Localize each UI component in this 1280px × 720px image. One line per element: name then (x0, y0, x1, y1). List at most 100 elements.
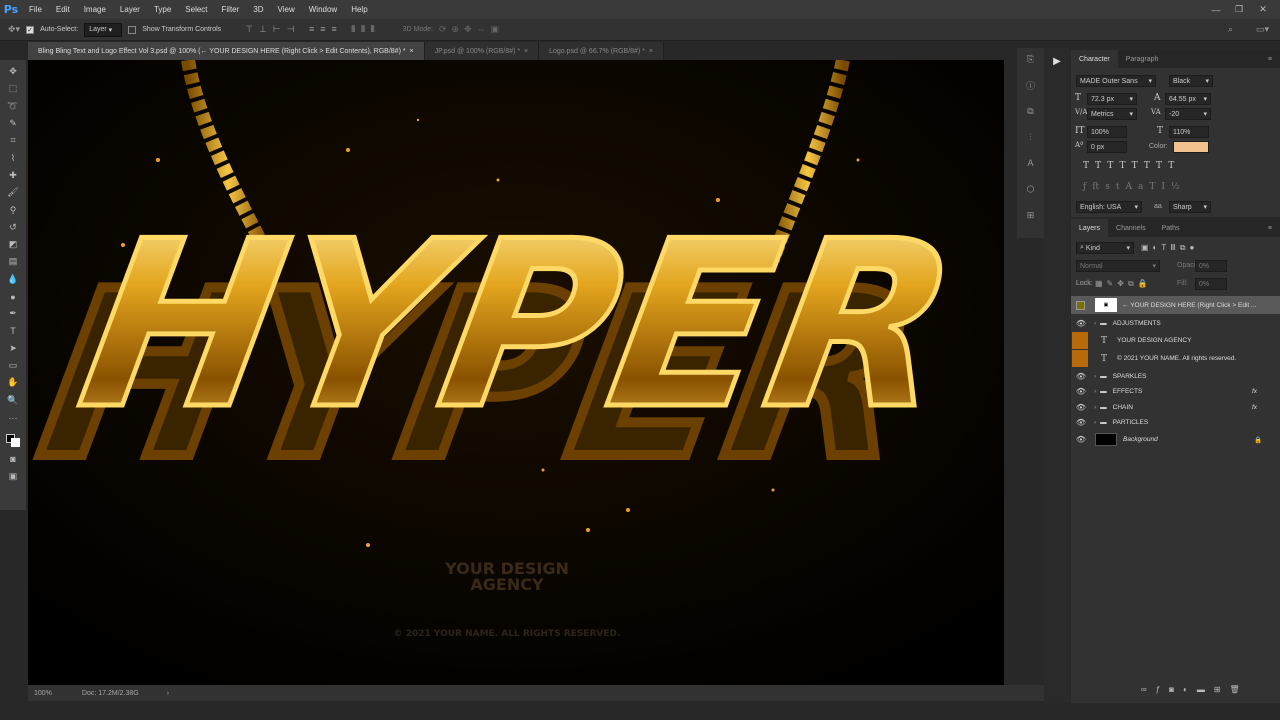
color-swatches-icon[interactable] (4, 426, 22, 450)
auto-select-target-dropdown[interactable]: Layer ▾ (84, 22, 123, 37)
tab-paragraph[interactable]: Paragraph (1118, 56, 1167, 63)
healing-tool-icon[interactable]: ✚ (4, 167, 22, 184)
brush-tool-icon[interactable]: 🖌 (4, 184, 22, 201)
eye-icon[interactable]: 👁 (1071, 435, 1091, 444)
restore-icon[interactable]: ❐ (1230, 0, 1248, 19)
move-tool-icon[interactable]: ✥▾ (8, 24, 20, 35)
chevron-right-icon[interactable]: › (1094, 320, 1096, 327)
status-menu-arrow[interactable]: › (167, 690, 169, 697)
lasso-tool-icon[interactable]: ➰ (4, 98, 22, 115)
quick-select-tool-icon[interactable]: ✎ (4, 115, 22, 132)
dodge-tool-icon[interactable]: ● (4, 288, 22, 305)
type-style-buttons-icon[interactable]: TTTTTTTT (1083, 161, 1180, 171)
screen-mode-icon[interactable]: ▣ (4, 468, 22, 485)
3d-mode-icons[interactable]: ⟳⊕✥⇔▣ (439, 24, 504, 35)
play-icon[interactable]: ▶ (1053, 56, 1061, 703)
layer-filter-dropdown[interactable]: ⌕ Kind ▾ (1076, 242, 1134, 254)
layer-row-background[interactable]: 👁 Background 🔒 (1071, 431, 1280, 448)
layer-row-effects[interactable]: 👁 › ▬ EFFECTS fx (1071, 383, 1280, 400)
menu-view[interactable]: View (271, 5, 302, 14)
fill-field[interactable]: 0% (1195, 278, 1227, 290)
chevron-right-icon[interactable]: › (1094, 373, 1096, 380)
close-icon[interactable]: ✕ (1254, 0, 1272, 19)
visibility-off-icon[interactable] (1076, 300, 1085, 310)
tab-close-icon[interactable]: × (409, 48, 413, 55)
tracking-field[interactable]: -20 ▾ (1165, 108, 1211, 120)
menu-3d[interactable]: 3D (246, 5, 270, 14)
shape-tool-icon[interactable]: ▭ (4, 357, 22, 374)
blur-tool-icon[interactable]: 💧 (4, 271, 22, 288)
minimize-icon[interactable]: — (1207, 0, 1225, 19)
info-panel-icon[interactable]: ⓘ (1026, 74, 1035, 96)
tab-paths[interactable]: Paths (1154, 225, 1188, 232)
layer-row-text-agency[interactable]: T YOUR DESIGN AGENCY (1071, 332, 1280, 349)
tab-close-icon[interactable]: × (649, 48, 653, 55)
history-brush-tool-icon[interactable]: ↺ (4, 219, 22, 236)
crop-tool-icon[interactable]: ⌗ (4, 132, 22, 149)
lock-icons[interactable]: ▦✎✥⧉🔒 (1095, 279, 1152, 289)
layer-bottom-buttons-icon[interactable]: ∞ƒ◙◐▬⊞🗑 (1141, 685, 1249, 694)
font-style-dropdown[interactable]: Black ▾ (1169, 75, 1213, 87)
menu-select[interactable]: Select (178, 5, 214, 14)
eye-icon[interactable]: 👁 (1071, 418, 1091, 427)
antialias-dropdown[interactable]: Sharp ▾ (1169, 201, 1211, 213)
search-icon[interactable]: ⌕ (1228, 24, 1233, 35)
menu-window[interactable]: Window (302, 5, 344, 14)
text-color-swatch[interactable] (1173, 141, 1209, 153)
workspace-icon[interactable]: ▭▾ (1256, 24, 1269, 35)
fx-icon[interactable]: fx (1252, 404, 1257, 411)
menu-edit[interactable]: Edit (49, 5, 77, 14)
layer-row-text-copyright[interactable]: T © 2021 YOUR NAME. All rights reserved. (1071, 350, 1280, 367)
menu-type[interactable]: Type (147, 5, 178, 14)
type-tool-icon[interactable]: T (4, 322, 22, 339)
menu-file[interactable]: File (22, 5, 49, 14)
vertical-scale-field[interactable]: 100% (1087, 126, 1127, 138)
properties-panel-icon[interactable]: ⊞ (1027, 204, 1035, 226)
chevron-right-icon[interactable]: › (1094, 388, 1096, 395)
canvas[interactable]: HYPER HYPER YOUR DESIGN AGENCY © 2021 YO… (28, 60, 1004, 685)
menu-filter[interactable]: Filter (215, 5, 247, 14)
eye-icon[interactable]: 👁 (1071, 319, 1091, 328)
eyedropper-tool-icon[interactable]: ⌇ (4, 149, 22, 166)
gradient-tool-icon[interactable]: ▤ (4, 253, 22, 270)
panel-menu-icon[interactable]: ≡ (1260, 225, 1280, 232)
language-dropdown[interactable]: English: USA ▾ (1076, 201, 1142, 213)
zoom-tool-icon[interactable]: 🔍 (4, 392, 22, 409)
fx-icon[interactable]: fx (1252, 388, 1257, 395)
more-tools-icon[interactable]: ··· (4, 409, 22, 426)
marquee-tool-icon[interactable]: ⬚ (4, 80, 22, 97)
layer-comps-icon[interactable]: ⧉ (1027, 100, 1033, 122)
stamp-tool-icon[interactable]: ⚲ (4, 201, 22, 218)
quick-mask-icon[interactable]: ◙ (4, 450, 22, 467)
transform-controls-checkbox[interactable] (128, 25, 137, 34)
font-family-dropdown[interactable]: MADE Outer Sans ▾ (1076, 75, 1156, 87)
font-size-field[interactable]: 72.3 px ▾ (1087, 93, 1137, 105)
pen-tool-icon[interactable]: ✒ (4, 305, 22, 322)
tab-layers[interactable]: Layers (1071, 219, 1109, 237)
tab-character[interactable]: Character (1071, 50, 1118, 68)
menu-image[interactable]: Image (77, 5, 113, 14)
move-tool-icon[interactable]: ✥ (4, 63, 22, 80)
menu-layer[interactable]: Layer (113, 5, 147, 14)
opentype-buttons-icon[interactable]: ƒﬅstAaTI½ (1083, 182, 1186, 192)
horizontal-scale-field[interactable]: 110% (1169, 126, 1209, 138)
panel-menu-icon[interactable]: ≡ (1260, 56, 1280, 63)
glyphs-panel-icon[interactable]: A (1027, 152, 1033, 174)
chevron-right-icon[interactable]: › (1094, 419, 1096, 426)
auto-select-checkbox[interactable]: ✓ (26, 25, 35, 34)
blend-mode-dropdown[interactable]: Normal ▾ (1076, 260, 1160, 272)
opacity-field[interactable]: 0% (1195, 260, 1227, 272)
eye-icon[interactable]: 👁 (1071, 372, 1091, 381)
zoom-level[interactable]: 100% (28, 690, 58, 697)
kerning-field[interactable]: Metrics ▾ (1087, 108, 1137, 120)
tab-channels[interactable]: Channels (1108, 225, 1154, 232)
adjustments-panel-icon[interactable]: ⫶ (1029, 126, 1031, 148)
align-icons[interactable]: ⊤⊥⊢⊣ ≡≡≡ ⫴⫴⫴ (245, 24, 380, 35)
baseline-shift-field[interactable]: 0 px (1087, 141, 1127, 153)
layer-row-adjustments[interactable]: 👁 › ▬ ADJUSTMENTS (1071, 315, 1280, 332)
chevron-right-icon[interactable]: › (1094, 404, 1096, 411)
hand-tool-icon[interactable]: ✋ (4, 374, 22, 391)
eye-icon[interactable]: 👁 (1071, 403, 1091, 412)
path-select-tool-icon[interactable]: ➤ (4, 340, 22, 357)
tab-bling-psd[interactable]: Bling Bling Text and Logo Effect Vol 3.p… (28, 42, 425, 60)
